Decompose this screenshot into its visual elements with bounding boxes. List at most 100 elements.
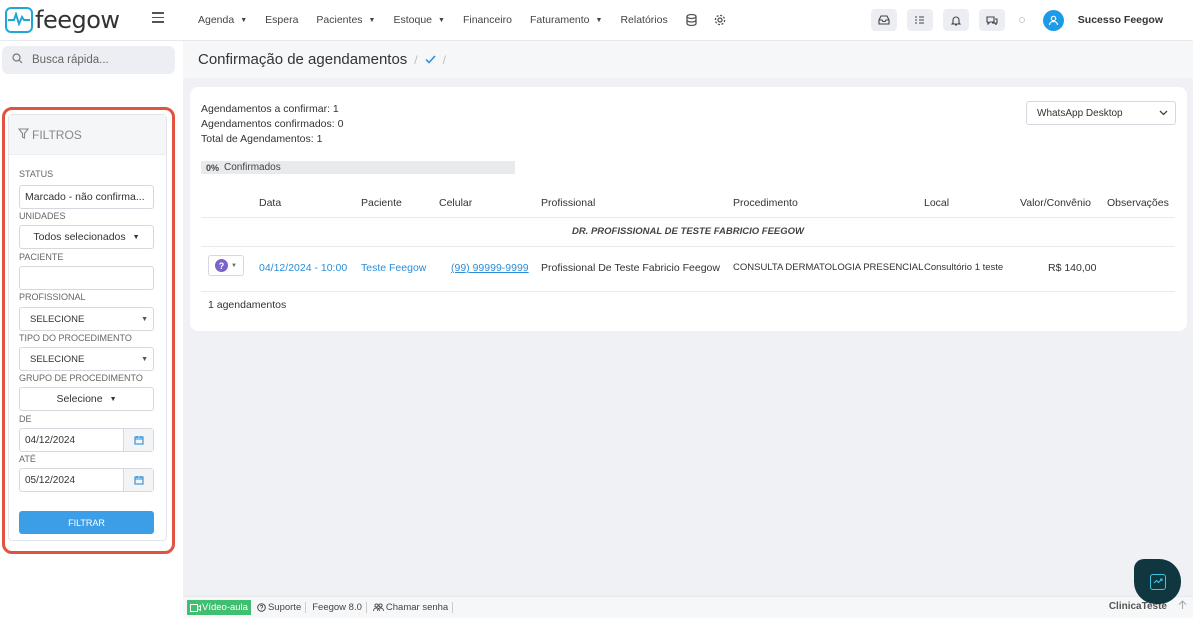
appointments-count: 1 agendamentos	[208, 299, 287, 311]
unidades-label: UNIDADES	[19, 211, 66, 221]
nav-agenda[interactable]: Agenda ▼	[198, 14, 247, 26]
filters-header: FILTROS	[9, 115, 166, 155]
paciente-label: PACIENTE	[19, 252, 64, 262]
tipo-procedimento-select[interactable]: SELECIONE ▼	[19, 347, 154, 371]
tipo-procedimento-label: TIPO DO PROCEDIMENTO	[19, 333, 132, 343]
page-title: Confirmação de agendamentos	[198, 51, 408, 68]
de-date-field[interactable]: 04/12/2024	[19, 428, 154, 452]
table-divider	[201, 291, 1175, 292]
grupo-procedimento-value: Selecione	[56, 393, 103, 405]
menu-toggle-icon[interactable]	[152, 12, 164, 23]
nav-espera[interactable]: Espera	[265, 14, 298, 26]
assistant-floating-button[interactable]	[1134, 559, 1181, 604]
chat-icon[interactable]	[978, 9, 1005, 31]
table-group-professional: DR. PROFISSIONAL DE TESTE FABRICIO FEEGO…	[571, 226, 805, 237]
grupo-procedimento-select[interactable]: Selecione ▼	[19, 387, 154, 411]
col-header-profissional[interactable]: Profissional	[541, 197, 595, 209]
col-header-procedimento[interactable]: Procedimento	[733, 197, 798, 209]
row-valor: R$ 140,00	[1048, 262, 1097, 274]
confirmation-progress-bar: 0% Confirmados	[201, 161, 515, 174]
checklist-icon[interactable]	[906, 9, 933, 31]
caret-down-icon: ▼	[240, 16, 248, 24]
logo-text: feegow	[35, 6, 120, 34]
paciente-input[interactable]	[19, 266, 154, 290]
col-header-observacoes[interactable]: Observações	[1107, 197, 1169, 209]
de-date-value: 04/12/2024	[25, 434, 76, 446]
filtrar-button[interactable]: FILTRAR	[19, 511, 154, 534]
breadcrumb-separator: /	[442, 52, 446, 67]
gear-icon[interactable]	[714, 14, 726, 26]
col-header-valor[interactable]: Valor/Convênio	[1020, 197, 1091, 209]
ate-date-value: 05/12/2024	[25, 474, 76, 486]
caret-down-icon: ▼	[132, 233, 140, 241]
assistant-icon	[1149, 573, 1166, 590]
progress-percent: 0%	[206, 162, 220, 173]
col-header-celular[interactable]: Celular	[439, 197, 472, 209]
quick-search[interactable]: Busca rápida...	[2, 46, 175, 74]
video-aula-button[interactable]: Vídeo-aula	[187, 600, 251, 615]
version-label: Feegow 8.0	[312, 602, 367, 613]
col-header-local[interactable]: Local	[924, 197, 949, 209]
caret-down-icon: ▼	[231, 262, 237, 269]
caret-down-icon: ▼	[141, 315, 148, 323]
de-label: DE	[19, 414, 32, 424]
row-paciente-link[interactable]: Teste Feegow	[361, 262, 426, 274]
chamar-senha-button[interactable]: Chamar senha	[372, 602, 454, 613]
caret-down-icon: ▼	[109, 395, 117, 403]
video-icon	[190, 603, 201, 612]
row-data-link[interactable]: 04/12/2024 - 10:00	[259, 262, 347, 274]
table-divider	[201, 246, 1175, 247]
nav-financeiro[interactable]: Financeiro	[463, 14, 512, 26]
top-bar: feegow Agenda ▼ Espera Pacientes ▼ Estoque…	[0, 0, 1193, 41]
appointments-card: Agendamentos a confirmar: 1 Agendamentos…	[190, 87, 1187, 331]
row-procedimento: CONSULTA DERMATOLOGIA PRESENCIAL	[733, 262, 924, 273]
nav-faturamento[interactable]: Faturamento ▼	[530, 14, 602, 26]
unidades-select[interactable]: Todos selecionados ▼	[19, 225, 154, 249]
caret-down-icon: ▼	[438, 16, 445, 24]
sidebar: Busca rápida... FILTROS STATUS Marcado -…	[0, 41, 183, 618]
tipo-procedimento-value: SELECIONE	[30, 353, 85, 365]
user-name[interactable]: Sucesso Feegow	[1078, 14, 1163, 26]
check-icon	[425, 53, 436, 67]
stat-a-confirmar: Agendamentos a confirmar: 1	[201, 103, 339, 115]
ate-label: ATÉ	[19, 454, 36, 464]
profissional-select[interactable]: SELECIONE ▼	[19, 307, 154, 331]
status-label: STATUS	[19, 169, 54, 179]
row-profissional: Profissional De Teste Fabricio Feegow	[541, 262, 720, 274]
user-avatar-icon[interactable]	[1042, 9, 1064, 31]
question-icon: ?	[215, 259, 229, 272]
stat-total: Total de Agendamentos: 1	[201, 133, 323, 145]
appointment-stats: Agendamentos a confirmar: 1 Agendamentos…	[201, 102, 343, 147]
progress-label: Confirmados	[224, 162, 281, 173]
nav-relatorios[interactable]: Relatórios	[620, 14, 667, 26]
profissional-label: PROFISSIONAL	[19, 292, 86, 302]
main-nav: Agenda ▼ Espera Pacientes ▼ Estoque ▼ Finan…	[198, 0, 742, 40]
feegow-logo[interactable]: feegow	[5, 6, 120, 34]
row-celular-link[interactable]: (99) 99999-9999	[451, 262, 529, 274]
ate-date-field[interactable]: 05/12/2024	[19, 468, 154, 492]
row-local: Consultório 1 teste	[924, 262, 1004, 273]
calendar-icon[interactable]	[123, 429, 153, 451]
status-dropdown-button[interactable]: ? ▼	[208, 255, 244, 276]
logo-pulse-icon	[5, 7, 33, 33]
search-icon	[12, 53, 23, 67]
bell-icon[interactable]	[942, 9, 969, 31]
col-header-data[interactable]: Data	[259, 197, 281, 209]
database-icon[interactable]	[686, 13, 698, 27]
breadcrumb: Confirmação de agendamentos / /	[198, 51, 453, 68]
calendar-icon[interactable]	[123, 469, 153, 491]
page-header: Confirmação de agendamentos / /	[183, 41, 1193, 78]
col-header-paciente[interactable]: Paciente	[361, 197, 402, 209]
filters-title: FILTROS	[32, 127, 82, 142]
suporte-link[interactable]: Suporte	[257, 602, 307, 613]
nav-estoque[interactable]: Estoque ▼	[393, 14, 444, 26]
status-select[interactable]: Marcado - não confirma...	[19, 185, 154, 209]
arrow-up-icon[interactable]	[1178, 600, 1187, 613]
channel-select[interactable]: WhatsApp Desktop	[1026, 101, 1176, 125]
chevron-down-icon	[1159, 108, 1168, 118]
caret-down-icon: ▼	[141, 355, 148, 363]
nav-pacientes[interactable]: Pacientes ▼	[316, 14, 375, 26]
top-right-actions: Sucesso Feegow	[870, 0, 1193, 40]
inbox-icon[interactable]	[870, 9, 897, 31]
breadcrumb-separator: /	[414, 52, 418, 67]
